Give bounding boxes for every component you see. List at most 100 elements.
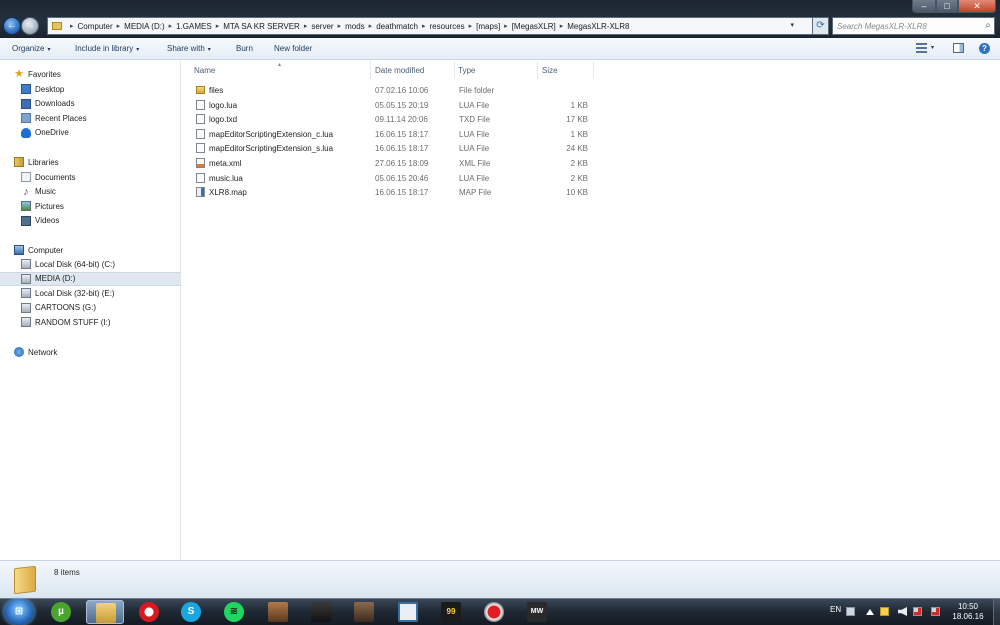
breadcrumb-item[interactable]: MEDIA (D:) [124, 22, 164, 31]
breadcrumb-separator-icon[interactable]: ▸ [304, 22, 308, 30]
breadcrumb-separator-icon[interactable]: ▸ [369, 22, 373, 30]
chevron-down-icon[interactable]: ▾ [931, 44, 934, 51]
breadcrumb-item[interactable]: server [311, 22, 333, 31]
breadcrumb-separator-icon[interactable]: ▸ [169, 22, 173, 30]
taskbar-app-game-3[interactable] [345, 600, 383, 624]
language-indicator[interactable]: EN [830, 605, 841, 614]
breadcrumb-item[interactable]: 1.GAMES [176, 22, 212, 31]
file-row[interactable]: logo.lua 05.05.15 20:19 LUA File 1 KB [194, 98, 604, 112]
column-divider[interactable] [454, 61, 455, 79]
column-header-type[interactable]: Type [458, 66, 475, 75]
sidebar-item-libraries[interactable]: Libraries [0, 155, 181, 169]
forward-button[interactable]: → [21, 17, 39, 35]
show-hidden-icons-icon[interactable] [866, 609, 874, 615]
network-status-icon[interactable] [913, 607, 922, 616]
onedrive-icon [21, 127, 31, 138]
breadcrumb-item[interactable]: MegasXLR-XLR8 [567, 22, 629, 31]
breadcrumb-separator-icon[interactable]: ▸ [504, 22, 508, 30]
system-clock[interactable]: 10:50 18.06.16 [947, 602, 989, 622]
refresh-button[interactable]: ⟳ [813, 17, 829, 35]
taskbar-app-recorder[interactable] [475, 600, 513, 624]
taskbar-app-utorrent[interactable]: µ [42, 600, 80, 624]
sidebar-item-drive[interactable]: Local Disk (64-bit) (C:) [0, 257, 181, 271]
show-desktop-button[interactable] [993, 599, 1000, 625]
sidebar-item-downloads[interactable]: Downloads [0, 97, 181, 111]
sidebar-item-recent-places[interactable]: Recent Places [0, 111, 181, 125]
sidebar-item-onedrive[interactable]: OneDrive [0, 126, 181, 140]
file-size: 10 KB [566, 188, 588, 198]
breadcrumb-separator-icon[interactable]: ▸ [560, 22, 564, 30]
breadcrumb-item[interactable]: MTA SA KR SERVER [223, 22, 300, 31]
taskbar-app-game-2[interactable] [302, 600, 340, 624]
column-divider[interactable] [537, 61, 538, 79]
sidebar-item-pictures[interactable]: Pictures [0, 199, 181, 213]
close-icon[interactable]: ✕ [958, 0, 996, 13]
sidebar-item-desktop[interactable]: Desktop [0, 82, 181, 96]
new-folder-button[interactable]: New folder [274, 44, 312, 53]
preview-pane-icon[interactable] [953, 43, 964, 53]
maximize-icon[interactable]: □ [936, 0, 958, 13]
share-with-button[interactable]: Share with ▾ [167, 44, 211, 53]
breadcrumb-item[interactable]: Computer [78, 22, 113, 31]
include-in-library-button[interactable]: Include in library ▾ [75, 44, 139, 53]
file-icon [196, 128, 205, 139]
sidebar-item-drive[interactable]: MEDIA (D:) [0, 271, 181, 286]
breadcrumb-item[interactable]: [MegasXLR] [512, 22, 556, 31]
file-row[interactable]: mapEditorScriptingExtension_c.lua 16.06.1… [194, 127, 604, 141]
taskbar-app-nfs-most-wanted[interactable]: MW [518, 600, 556, 624]
breadcrumb-separator-icon[interactable]: ▸ [216, 22, 220, 30]
taskbar-app-foobar[interactable]: 99 [432, 600, 470, 624]
file-row[interactable]: logo.txd 09.11.14 20:06 TXD File 17 KB [194, 112, 604, 126]
taskbar-app-game-1[interactable] [259, 600, 297, 624]
taskbar-app-window-app[interactable] [389, 600, 427, 624]
volume-icon[interactable] [898, 607, 907, 616]
file-row[interactable]: files 07.02.16 10:06 File folder [194, 83, 604, 97]
breadcrumb-separator-icon[interactable]: ▸ [70, 22, 74, 30]
file-row[interactable]: mapEditorScriptingExtension_s.lua 16.06.1… [194, 141, 604, 155]
search-icon[interactable]: ⌕ [985, 20, 991, 31]
sidebar-item-computer[interactable]: Computer [0, 243, 181, 257]
file-row[interactable]: XLR8.map 16.06.15 18:17 MAP File 10 KB [194, 185, 604, 199]
breadcrumb-item[interactable]: resources [430, 22, 465, 31]
sidebar-item-drive[interactable]: Local Disk (32-bit) (E:) [0, 286, 181, 300]
burn-button[interactable]: Burn [236, 44, 253, 53]
warning-icon[interactable] [931, 607, 940, 616]
back-button[interactable]: ← [3, 17, 21, 35]
sidebar-item-favorites[interactable]: ★ Favorites [0, 67, 181, 81]
breadcrumb-separator-icon[interactable]: ▸ [422, 22, 426, 30]
breadcrumb-separator-icon[interactable]: ▸ [117, 22, 121, 30]
breadcrumb-separator-icon[interactable]: ▸ [469, 22, 473, 30]
chevron-down-icon[interactable]: ▾ [790, 21, 794, 29]
minimize-icon[interactable]: – [912, 0, 936, 13]
help-icon[interactable]: ? [979, 43, 990, 54]
sidebar-item-documents[interactable]: Documents [0, 170, 181, 184]
sidebar-item-music[interactable]: ♪ Music [0, 185, 181, 199]
taskbar-app-explorer[interactable] [86, 600, 124, 624]
start-button[interactable]: ⊞ [4, 599, 34, 625]
breadcrumb-item[interactable]: [maps] [476, 22, 500, 31]
sidebar-item-videos[interactable]: Videos [0, 214, 181, 228]
sidebar-item-drive[interactable]: CARTOONS (G:) [0, 301, 181, 315]
keyboard-icon[interactable] [846, 607, 855, 616]
column-divider[interactable] [370, 61, 371, 79]
taskbar-app-spotify[interactable]: ≋ [215, 600, 253, 624]
breadcrumb-item[interactable]: deathmatch [376, 22, 418, 31]
breadcrumb-item[interactable]: mods [345, 22, 365, 31]
search-input[interactable]: Search MegasXLR-XLR8 ⌕ [832, 17, 995, 35]
sidebar-item-drive[interactable]: RANDOM STUFF (I:) [0, 315, 181, 329]
taskbar-app-opera[interactable] [130, 600, 168, 624]
organize-button[interactable]: Organize ▾ [12, 44, 50, 53]
file-name: music.lua [209, 173, 243, 183]
taskbar-app-skype[interactable]: S [172, 600, 210, 624]
column-header-name[interactable]: Name [194, 66, 215, 75]
file-row[interactable]: meta.xml 27.06.15 18:09 XML File 2 KB [194, 156, 604, 170]
column-divider[interactable] [593, 61, 594, 79]
action-center-icon[interactable] [880, 607, 889, 616]
sidebar-item-network[interactable]: Network [0, 345, 181, 359]
address-bar[interactable]: ▸ Computer ▸ MEDIA (D:) ▸ 1.GAMES ▸ MTA SA KR S… [47, 17, 813, 35]
column-header-date-modified[interactable]: Date modified [375, 66, 424, 75]
file-row[interactable]: music.lua 05.06.15 20:46 LUA File 2 KB [194, 171, 604, 185]
change-view-icon[interactable] [916, 43, 927, 53]
breadcrumb-separator-icon[interactable]: ▸ [338, 22, 342, 30]
column-header-size[interactable]: Size [542, 66, 558, 75]
